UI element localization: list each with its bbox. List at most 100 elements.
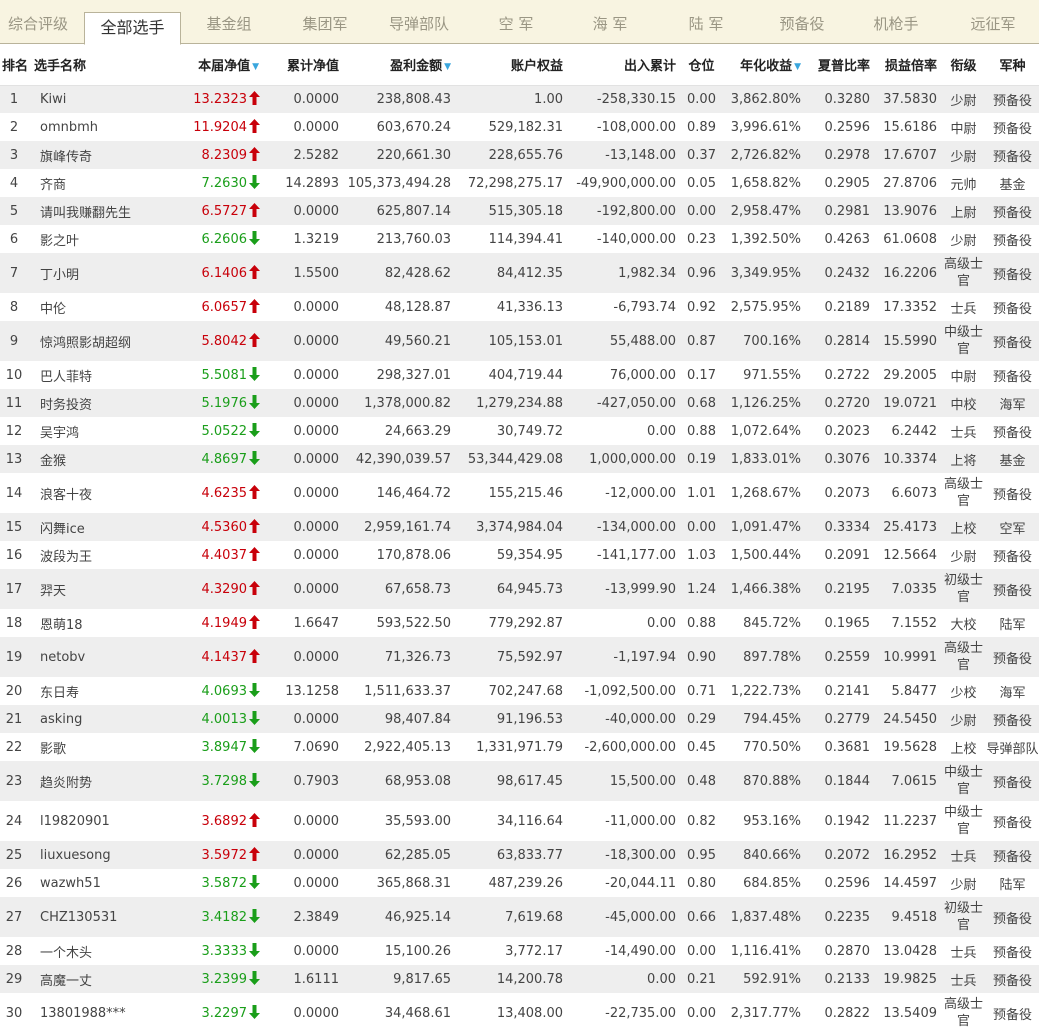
table-row[interactable]: 14 浪客十夜 4.6235 0.0000 146,464.72 155,215… — [0, 473, 1039, 513]
player-name-link[interactable]: 中伦 — [28, 293, 154, 321]
tab-all-players[interactable]: 全部选手 — [84, 12, 181, 45]
sort-desc-icon[interactable]: ▼ — [444, 62, 451, 72]
table-row[interactable]: 7 丁小明 6.1406 1.5500 82,428.62 84,412.35 … — [0, 253, 1039, 293]
table-row[interactable]: 2 omnbmh 11.9204 0.0000 603,670.24 529,1… — [0, 113, 1039, 141]
player-name-link[interactable]: 吴宇鸿 — [28, 417, 154, 445]
table-row[interactable]: 4 齐商 7.2630 14.2893 105,373,494.28 72,29… — [0, 169, 1039, 197]
sort-desc-icon[interactable]: ▼ — [794, 62, 801, 72]
player-name-link[interactable]: Kiwi — [28, 85, 154, 113]
flow-cell: -1,197.94 — [567, 637, 680, 677]
tab-fund-group[interactable]: 基金组 — [190, 0, 268, 44]
table-row[interactable]: 13 金猴 4.8697 0.0000 42,390,039.57 53,344… — [0, 445, 1039, 473]
table-row[interactable]: 1 Kiwi 13.2323 0.0000 238,808.43 1.00 -2… — [0, 85, 1039, 113]
col-header-nav[interactable]: 本届净值 ▼ — [154, 44, 263, 86]
table-row[interactable]: 11 时务投资 5.1976 0.0000 1,378,000.82 1,279… — [0, 389, 1039, 417]
table-row[interactable]: 3 旗峰传奇 8.2309 2.5282 220,661.30 228,655.… — [0, 141, 1039, 169]
table-row[interactable]: 5 请叫我赚翻先生 6.5727 0.0000 625,807.14 515,3… — [0, 197, 1039, 225]
player-name-link[interactable]: netobv — [28, 637, 154, 677]
flow-cell: 0.00 — [567, 417, 680, 445]
table-row[interactable]: 8 中伦 6.0657 0.0000 48,128.87 41,336.13 -… — [0, 293, 1039, 321]
nav-value: 3.8947 — [201, 740, 248, 755]
player-name-link[interactable]: asking — [28, 705, 154, 733]
annual-return-cell: 1,500.44% — [723, 541, 805, 569]
player-name-link[interactable]: 丁小明 — [28, 253, 154, 293]
sort-desc-icon[interactable]: ▼ — [252, 62, 259, 72]
nav-cell: 4.0013 — [154, 705, 263, 733]
player-name-link[interactable]: 波段为王 — [28, 541, 154, 569]
equity-cell: 1,331,971.79 — [455, 733, 567, 761]
player-name-link[interactable]: 影之叶 — [28, 225, 154, 253]
table-row[interactable]: 20 东日寿 4.0693 13.1258 1,511,633.37 702,2… — [0, 677, 1039, 705]
table-row[interactable]: 25 liuxuesong 3.5972 0.0000 62,285.05 63… — [0, 841, 1039, 869]
player-name-link[interactable]: 旗峰传奇 — [28, 141, 154, 169]
player-name-link[interactable]: 浪客十夜 — [28, 473, 154, 513]
table-row[interactable]: 21 asking 4.0013 0.0000 98,407.84 91,196… — [0, 705, 1039, 733]
equity-cell: 105,153.01 — [455, 321, 567, 361]
table-row[interactable]: 12 吴宇鸿 5.0522 0.0000 24,663.29 30,749.72… — [0, 417, 1039, 445]
tab-navy[interactable]: 海 军 — [572, 0, 648, 44]
player-name-link[interactable]: l19820901 — [28, 801, 154, 841]
col-header-annual[interactable]: 年化收益 ▼ — [723, 44, 805, 86]
pl-ratio-cell: 27.8706 — [874, 169, 941, 197]
player-name-link[interactable]: 影歌 — [28, 733, 154, 761]
player-name-link[interactable]: 一个木头 — [28, 937, 154, 965]
player-name-link[interactable]: 高魔一丈 — [28, 965, 154, 993]
player-name-link[interactable]: 羿天 — [28, 569, 154, 609]
rank-title-cell: 初级士官 — [941, 569, 986, 609]
table-row[interactable]: 17 羿天 4.3290 0.0000 67,658.73 64,945.73 … — [0, 569, 1039, 609]
table-row[interactable]: 27 CHZ130531 3.4182 2.3849 46,925.14 7,6… — [0, 897, 1039, 937]
branch-cell: 海军 — [986, 677, 1039, 705]
table-row[interactable]: 23 趋炎附势 3.7298 0.7903 68,953.08 98,617.4… — [0, 761, 1039, 801]
tab-group-army[interactable]: 集团军 — [284, 0, 366, 44]
table-row[interactable]: 10 巴人菲特 5.5081 0.0000 298,327.01 404,719… — [0, 361, 1039, 389]
annual-return-cell: 1,072.64% — [723, 417, 805, 445]
table-row[interactable]: 29 高魔一丈 3.2399 1.6111 9,817.65 14,200.78… — [0, 965, 1039, 993]
table-row[interactable]: 16 波段为王 4.4037 0.0000 170,878.06 59,354.… — [0, 541, 1039, 569]
table-row[interactable]: 15 闪舞ice 4.5360 0.0000 2,959,161.74 3,37… — [0, 513, 1039, 541]
table-row[interactable]: 26 wazwh51 3.5872 0.0000 365,868.31 487,… — [0, 869, 1039, 897]
player-name-link[interactable]: 请叫我赚翻先生 — [28, 197, 154, 225]
rank-title-cell: 士兵 — [941, 937, 986, 965]
tab-expeditionary-force[interactable]: 远征军 — [955, 0, 1031, 44]
tab-army[interactable]: 陆 军 — [668, 0, 744, 44]
table-row[interactable]: 19 netobv 4.1437 0.0000 71,326.73 75,592… — [0, 637, 1039, 677]
table-row[interactable]: 9 惊鸿照影胡超纲 5.8042 0.0000 49,560.21 105,15… — [0, 321, 1039, 361]
tab-reserve[interactable]: 预备役 — [764, 0, 840, 44]
position-cell: 0.00 — [680, 513, 723, 541]
player-name-link[interactable]: 闪舞ice — [28, 513, 154, 541]
player-name-link[interactable]: 东日寿 — [28, 677, 154, 705]
player-name-link[interactable]: 恩萌18 — [28, 609, 154, 637]
cum-nav-cell: 0.0000 — [263, 197, 343, 225]
table-row[interactable]: 24 l19820901 3.6892 0.0000 35,593.00 34,… — [0, 801, 1039, 841]
profit-cell: 170,878.06 — [343, 541, 455, 569]
branch-cell: 陆军 — [986, 609, 1039, 637]
tab-overall-rating[interactable]: 综合评级 — [0, 0, 76, 44]
col-header-profit[interactable]: 盈利金额 ▼ — [343, 44, 455, 86]
flow-cell: -108,000.00 — [567, 113, 680, 141]
player-name-link[interactable]: CHZ130531 — [28, 897, 154, 937]
player-name-link[interactable]: 时务投资 — [28, 389, 154, 417]
player-name-link[interactable]: 巴人菲特 — [28, 361, 154, 389]
player-name-link[interactable]: wazwh51 — [28, 869, 154, 897]
table-row[interactable]: 30 13801988*** 3.2297 0.0000 34,468.61 1… — [0, 993, 1039, 1032]
table-row[interactable]: 22 影歌 3.8947 7.0690 2,922,405.13 1,331,9… — [0, 733, 1039, 761]
nav-value: 3.7298 — [201, 774, 248, 789]
nav-cell: 4.4037 — [154, 541, 263, 569]
player-name-link[interactable]: 13801988*** — [28, 993, 154, 1032]
cum-nav-cell: 0.0000 — [263, 937, 343, 965]
player-name-link[interactable]: 齐商 — [28, 169, 154, 197]
tab-machine-gunner[interactable]: 机枪手 — [858, 0, 934, 44]
player-name-link[interactable]: omnbmh — [28, 113, 154, 141]
table-row[interactable]: 6 影之叶 6.2606 1.3219 213,760.03 114,394.4… — [0, 225, 1039, 253]
player-name-link[interactable]: 惊鸿照影胡超纲 — [28, 321, 154, 361]
tab-air-force[interactable]: 空 军 — [478, 0, 554, 44]
position-cell: 0.71 — [680, 677, 723, 705]
player-name-link[interactable]: 金猴 — [28, 445, 154, 473]
col-header-branch: 军种 — [986, 44, 1039, 86]
player-name-link[interactable]: liuxuesong — [28, 841, 154, 869]
table-row[interactable]: 18 恩萌18 4.1949 1.6647 593,522.50 779,292… — [0, 609, 1039, 637]
player-name-link[interactable]: 趋炎附势 — [28, 761, 154, 801]
table-row[interactable]: 28 一个木头 3.3333 0.0000 15,100.26 3,772.17… — [0, 937, 1039, 965]
tab-missile-force[interactable]: 导弹部队 — [376, 0, 462, 44]
rank-title-cell: 中级士官 — [941, 801, 986, 841]
